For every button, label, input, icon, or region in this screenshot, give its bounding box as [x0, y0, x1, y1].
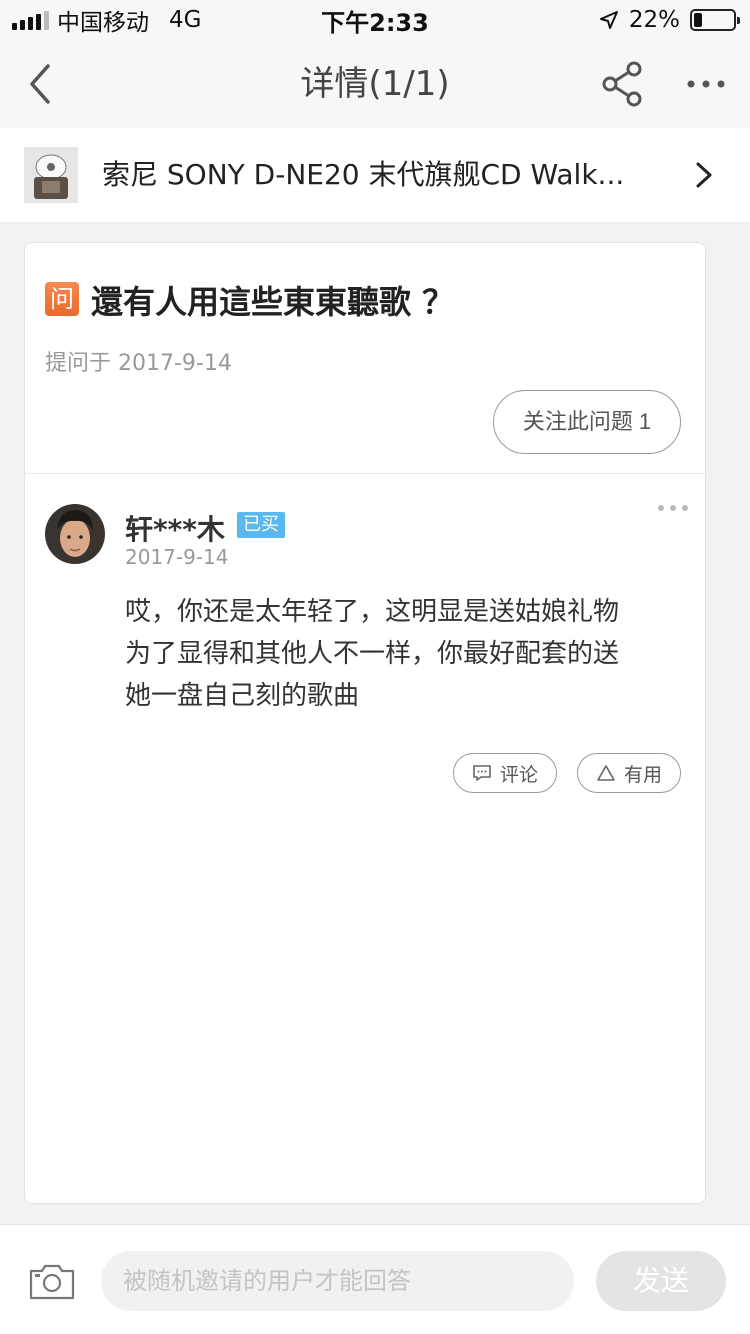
product-link[interactable]: 索尼 SONY D-NE20 末代旗舰CD Walk... — [0, 128, 750, 222]
follow-question-button[interactable]: 关注此问题 1 — [493, 390, 681, 454]
answer-line: 哎，你还是太年轻了，这明显是送姑娘礼物 — [125, 597, 620, 627]
comment-button[interactable]: 评论 — [453, 753, 557, 793]
answer-input[interactable] — [101, 1251, 574, 1311]
answer-body: 哎，你还是太年轻了，这明显是送姑娘礼物 为了显得和其他人不一样，你最好配套的送 … — [125, 591, 675, 717]
bottom-input-bar: 发送 — [0, 1224, 750, 1334]
qa-card: 问 還有人用這些東東聽歌 ？ 提问于 2017-9-14 关注此问题 1 轩**… — [24, 242, 706, 1204]
battery-icon — [690, 9, 740, 31]
useful-button[interactable]: 有用 — [577, 753, 681, 793]
product-title: 索尼 SONY D-NE20 末代旗舰CD Walk... — [102, 158, 625, 191]
answer-username: 轩***木 — [125, 513, 225, 546]
bought-badge: 已买 — [237, 512, 285, 538]
comment-label: 评论 — [499, 763, 538, 786]
answer-date: 2017-9-14 — [125, 545, 229, 569]
more-dots-icon[interactable] — [657, 501, 689, 515]
carrier-name: 中国移动 — [57, 10, 149, 36]
battery-percent: 22% — [628, 7, 680, 33]
triangle-up-icon — [597, 765, 615, 781]
useful-label: 有用 — [623, 763, 662, 786]
comment-icon — [473, 765, 491, 781]
signal-bars-icon — [12, 10, 49, 30]
answer-line: 她一盘自己刻的歌曲 — [125, 681, 360, 711]
chevron-right-icon — [696, 162, 712, 188]
avatar[interactable] — [45, 504, 105, 564]
question-title: 還有人用這些東東聽歌 ？ — [91, 283, 455, 321]
divider — [25, 473, 705, 474]
answer-line: 为了显得和其他人不一样，你最好配套的送 — [125, 639, 620, 669]
question-date: 提问于 2017-9-14 — [45, 351, 232, 376]
location-arrow-icon — [599, 11, 618, 29]
question-badge-icon: 问 — [45, 282, 79, 316]
more-dots-icon[interactable] — [684, 66, 728, 102]
status-bar: 中国移动 4G 下午2:33 22% — [0, 0, 750, 40]
back-chevron-icon[interactable] — [22, 58, 62, 110]
product-thumbnail — [24, 147, 78, 203]
camera-icon[interactable] — [28, 1261, 76, 1301]
nav-bar: 详情(1/1) — [0, 40, 750, 128]
share-icon[interactable] — [600, 60, 646, 108]
network-type: 4G — [169, 7, 202, 33]
send-button[interactable]: 发送 — [596, 1251, 726, 1311]
